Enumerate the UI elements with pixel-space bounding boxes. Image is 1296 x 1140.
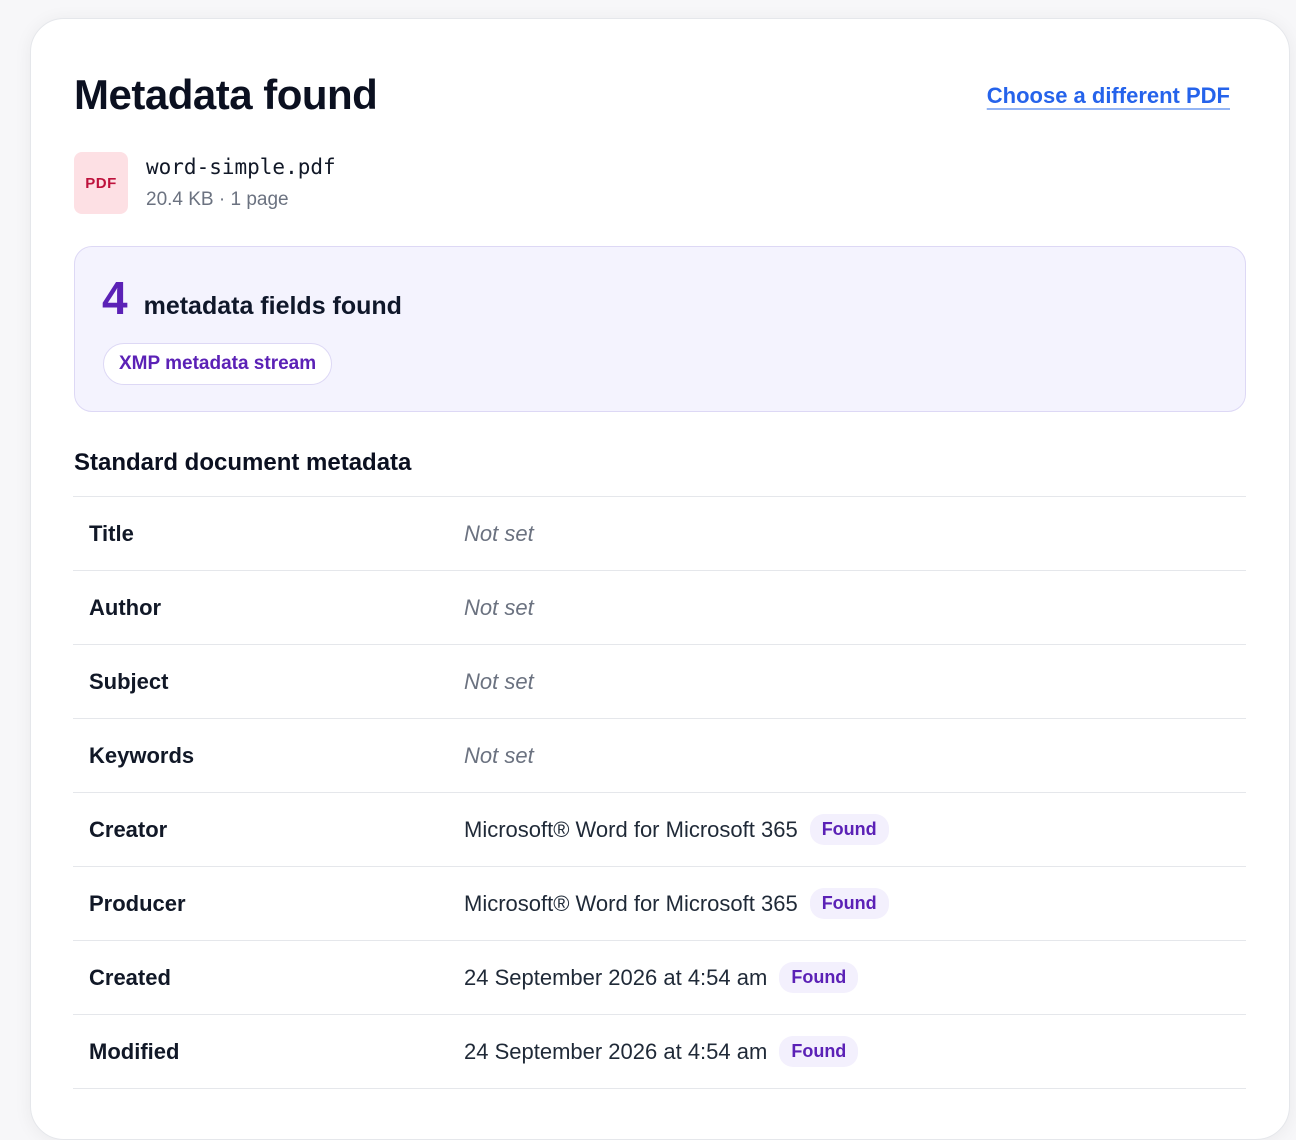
fields-count: 4 — [102, 272, 128, 324]
fields-count-label: metadata fields found — [143, 292, 402, 320]
row-value: 24 September 2026 at 4:54 am Found — [464, 962, 859, 993]
row-value-text: Not set — [464, 668, 534, 694]
row-value-text: 24 September 2026 at 4:54 am — [464, 964, 768, 990]
metadata-row-producer: Producer Microsoft® Word for Microsoft 3… — [73, 866, 1246, 940]
summary-line: 4 metadata fields found — [102, 275, 402, 321]
metadata-row-keywords: Keywords Not set — [73, 718, 1246, 792]
metadata-row-subject: Subject Not set — [73, 644, 1246, 718]
found-badge: Found — [779, 962, 859, 993]
metadata-table: Title Not set Author Not set Subject Not… — [73, 496, 1246, 1089]
row-value-text: Microsoft® Word for Microsoft 365 — [464, 816, 798, 842]
file-details: 20.4 KB · 1 page — [146, 189, 289, 210]
found-badge: Found — [809, 888, 889, 919]
row-value: Microsoft® Word for Microsoft 365 Found — [464, 814, 889, 845]
metadata-row-author: Author Not set — [73, 570, 1246, 644]
source-badge: XMP metadata stream — [103, 343, 333, 385]
row-value-text: Not set — [464, 520, 534, 546]
row-value-text: Not set — [464, 742, 534, 768]
pdf-file-icon: PDF — [74, 152, 128, 214]
row-value: Not set — [464, 521, 534, 547]
row-value-text: Not set — [464, 594, 534, 620]
page-title: Metadata found — [74, 71, 378, 118]
row-key: Producer — [89, 890, 186, 916]
file-info: PDF word-simple.pdf 20.4 KB · 1 page — [74, 152, 336, 214]
row-value: 24 September 2026 at 4:54 am Found — [464, 1036, 859, 1067]
row-key: Author — [89, 594, 162, 620]
row-key: Modified — [89, 1038, 180, 1064]
row-value-text: 24 September 2026 at 4:54 am — [464, 1038, 768, 1064]
row-value: Not set — [464, 743, 534, 769]
row-value: Not set — [464, 595, 534, 621]
section-title: Standard document metadata — [74, 449, 412, 476]
metadata-row-modified: Modified 24 September 2026 at 4:54 am Fo… — [73, 1014, 1246, 1089]
metadata-row-created: Created 24 September 2026 at 4:54 am Fou… — [73, 940, 1246, 1014]
row-value: Microsoft® Word for Microsoft 365 Found — [464, 888, 889, 919]
found-badge: Found — [779, 1036, 859, 1067]
metadata-row-title: Title Not set — [73, 496, 1246, 570]
row-value-text: Microsoft® Word for Microsoft 365 — [464, 890, 798, 916]
summary-panel: 4 metadata fields found XMP metadata str… — [74, 246, 1246, 412]
found-badge: Found — [809, 814, 889, 845]
choose-different-pdf-link[interactable]: Choose a different PDF — [987, 83, 1230, 109]
row-key: Title — [89, 520, 134, 546]
row-key: Keywords — [89, 742, 195, 768]
metadata-card: Metadata found Choose a different PDF PD… — [30, 18, 1290, 1140]
row-key: Created — [89, 964, 171, 990]
row-key: Creator — [89, 816, 168, 842]
metadata-row-creator: Creator Microsoft® Word for Microsoft 36… — [73, 792, 1246, 866]
row-value: Not set — [464, 669, 534, 695]
file-name: word-simple.pdf — [146, 155, 336, 179]
row-key: Subject — [89, 668, 169, 694]
file-meta: word-simple.pdf 20.4 KB · 1 page — [146, 155, 336, 211]
